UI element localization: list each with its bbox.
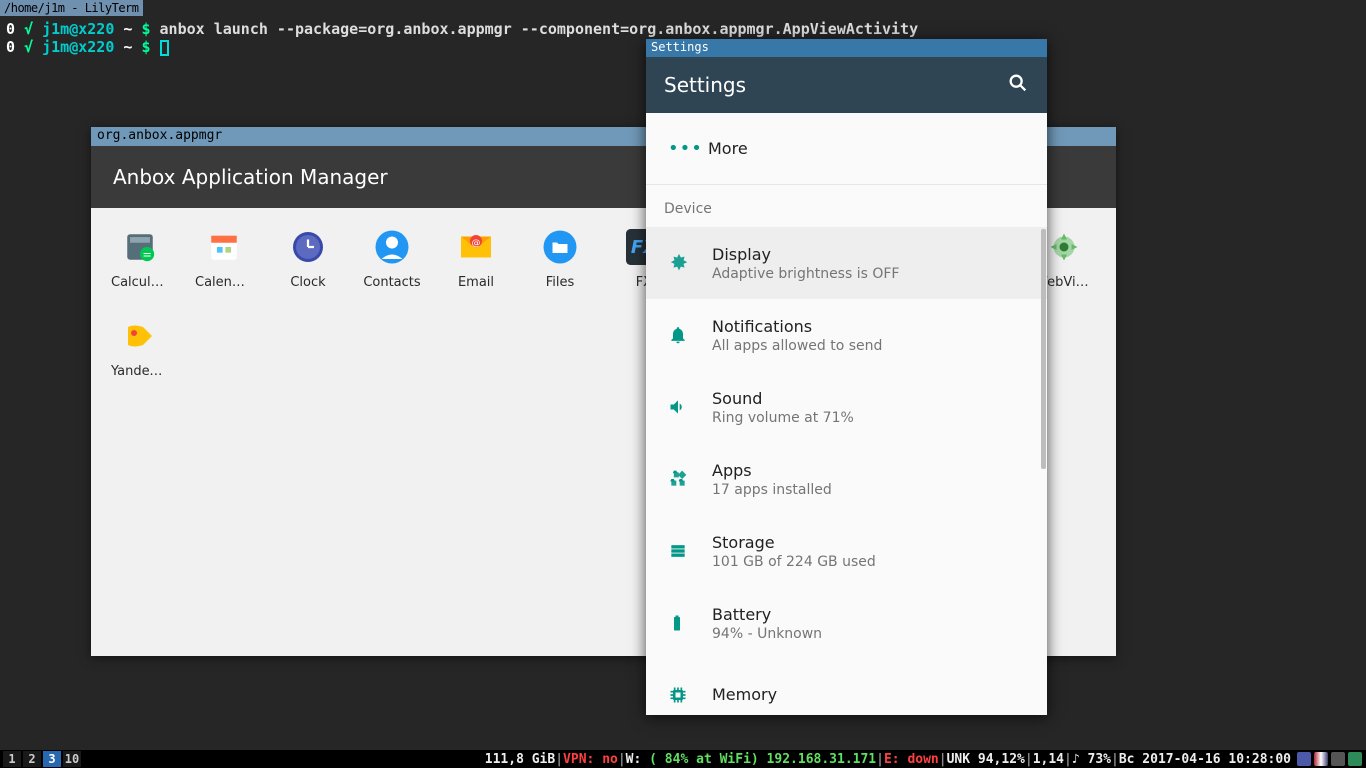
settings-header-title: Settings (664, 73, 746, 97)
settings-item-sub: All apps allowed to send (712, 338, 1025, 354)
app-label: Contacts (363, 275, 420, 290)
settings-item-title: Display (712, 245, 1025, 264)
status-load: 1,14 (1033, 752, 1064, 767)
settings-window-titlebar[interactable]: Settings (646, 39, 1047, 57)
status-temp: ♪ 73% (1072, 752, 1111, 767)
workspace-1[interactable]: 1 (3, 751, 21, 767)
settings-more-label: More (708, 139, 748, 158)
app-item-clock[interactable]: Clock (279, 225, 337, 290)
status-date: Вс 2017-04-16 10:28:00 (1119, 752, 1291, 767)
anbox-header-title: Anbox Application Manager (113, 165, 388, 189)
apps-icon (668, 469, 712, 489)
app-label: Calendar (195, 275, 253, 290)
app-label: Calculat… (111, 275, 169, 290)
status-misc: UNK 94,12% (947, 752, 1025, 767)
tray-icon[interactable] (1331, 752, 1345, 766)
status-disk: 111,8 GiB (485, 752, 555, 767)
cursor (160, 40, 169, 56)
app-item-calendar[interactable]: Calendar (195, 225, 253, 290)
calculator-icon: = (118, 225, 162, 269)
app-item-calculator[interactable]: = Calculat… (111, 225, 169, 290)
settings-body[interactable]: ••• More Device Display Adaptive brightne… (646, 113, 1047, 715)
settings-item-notifications[interactable]: Notifications All apps allowed to send (646, 299, 1047, 371)
svg-text:@: @ (472, 239, 481, 249)
files-icon (538, 225, 582, 269)
section-header-device: Device (646, 185, 1047, 227)
status-wifi-label: W: (626, 752, 642, 767)
statusbar-right: 111,8 GiB|VPN: no|W: ( 84% at WiFi) 192.… (485, 752, 1366, 767)
tray-icon[interactable] (1314, 752, 1328, 766)
notifications-icon (668, 325, 712, 345)
settings-item-title: Sound (712, 389, 1025, 408)
contacts-icon (370, 225, 414, 269)
settings-more-row[interactable]: ••• More (646, 113, 1047, 185)
status-wifi-value: ( 84% at WiFi) 192.168.31.171 (649, 752, 876, 767)
app-item-files[interactable]: Files (531, 225, 589, 290)
display-icon (668, 252, 712, 274)
settings-item-sub: 94% - Unknown (712, 626, 1025, 642)
yandex-icon (118, 314, 162, 358)
settings-item-memory[interactable]: Memory (646, 659, 1047, 715)
settings-header: Settings (646, 57, 1047, 113)
app-label: Email (458, 275, 494, 290)
scrollbar[interactable] (1041, 229, 1046, 469)
app-item-email[interactable]: @ Email (447, 225, 505, 290)
workspace-10[interactable]: 10 (63, 751, 81, 767)
tray-icon[interactable] (1348, 752, 1362, 766)
settings-item-sub: Adaptive brightness is OFF (712, 266, 1025, 282)
settings-item-sound[interactable]: Sound Ring volume at 71% (646, 371, 1047, 443)
app-label: Yandex.… (111, 364, 169, 379)
tray-icon[interactable] (1297, 752, 1311, 766)
battery-icon (668, 614, 712, 632)
status-vpn-label: VPN: (563, 752, 594, 767)
workspace-group: 12310 (3, 751, 83, 767)
calendar-icon (202, 225, 246, 269)
email-icon: @ (454, 225, 498, 269)
workspace-3[interactable]: 3 (43, 751, 61, 767)
settings-item-title: Memory (712, 685, 1025, 704)
webview-icon (1042, 225, 1086, 269)
settings-item-display[interactable]: Display Adaptive brightness is OFF (646, 227, 1047, 299)
statusbar: 12310 111,8 GiB|VPN: no|W: ( 84% at WiFi… (0, 750, 1366, 768)
status-eth-label: E: (884, 752, 900, 767)
status-vpn-value: no (602, 752, 618, 767)
tray-icons (1297, 752, 1362, 766)
app-label: Files (546, 275, 575, 290)
app-item-contacts[interactable]: Contacts (363, 225, 421, 290)
settings-item-battery[interactable]: Battery 94% - Unknown (646, 587, 1047, 659)
search-icon[interactable] (1007, 72, 1029, 99)
terminal-line: 0 √ j1m@x220 ~ $ anbox launch --package=… (6, 20, 918, 38)
settings-item-title: Battery (712, 605, 1025, 624)
sound-icon (668, 397, 712, 417)
workspace-2[interactable]: 2 (23, 751, 41, 767)
svg-text:=: = (142, 247, 152, 261)
storage-icon (668, 541, 712, 561)
settings-window: Settings Settings ••• More Device Displa… (646, 39, 1047, 715)
settings-item-title: Notifications (712, 317, 1025, 336)
settings-item-sub: 17 apps installed (712, 482, 1025, 498)
settings-item-sub: 101 GB of 224 GB used (712, 554, 1025, 570)
terminal-titlebar: /home/j1m - LilyTerm (0, 0, 143, 16)
settings-item-title: Apps (712, 461, 1025, 480)
settings-item-title: Storage (712, 533, 1025, 552)
more-icon: ••• (668, 138, 708, 159)
settings-item-storage[interactable]: Storage 101 GB of 224 GB used (646, 515, 1047, 587)
status-eth-value: down (907, 752, 938, 767)
settings-item-sub: Ring volume at 71% (712, 410, 1025, 426)
settings-item-apps[interactable]: Apps 17 apps installed (646, 443, 1047, 515)
app-item-yandex[interactable]: Yandex.… (111, 314, 169, 379)
memory-icon (668, 685, 712, 705)
clock-icon (286, 225, 330, 269)
app-label: Clock (290, 275, 325, 290)
